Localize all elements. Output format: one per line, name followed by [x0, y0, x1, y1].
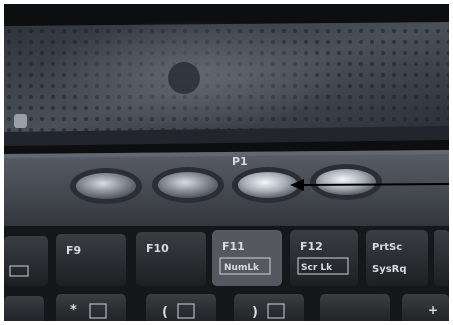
key-f9[interactable] — [56, 234, 126, 286]
key-prtsc-label: PrtSc — [372, 242, 402, 253]
key-close-paren[interactable] — [234, 294, 304, 321]
button-label-p1: P1 — [232, 155, 248, 168]
key-open-paren[interactable] — [146, 294, 216, 321]
key-f12-sublabel: Scr Lk — [301, 263, 333, 273]
speaker-panel — [4, 19, 449, 146]
key-left-partial[interactable] — [4, 236, 48, 286]
key-row2-blank[interactable] — [320, 294, 390, 321]
key-row2-left[interactable] — [4, 296, 44, 321]
key-f12-label: F12 — [300, 240, 323, 253]
key-right-partial[interactable] — [434, 230, 449, 286]
lock-indicator-icon — [14, 114, 27, 128]
key-open-paren-label: ( — [162, 305, 168, 320]
key-asterisk-label: * — [70, 303, 77, 318]
key-f9-label: F9 — [66, 244, 81, 257]
key-f11-sublabel: NumLk — [224, 263, 260, 273]
indicator-dot — [168, 62, 200, 94]
key-asterisk[interactable] — [56, 294, 126, 321]
photo-frame: P1 F9 F10 F11 NumLk F12 Scr Lk PrtSc Sys… — [0, 0, 453, 325]
photo-drawing: P1 F9 F10 F11 NumLk F12 Scr Lk PrtSc Sys… — [4, 4, 449, 321]
laptop-photo: P1 F9 F10 F11 NumLk F12 Scr Lk PrtSc Sys… — [4, 4, 449, 321]
key-f10-label: F10 — [146, 242, 169, 255]
key-f11-label: F11 — [222, 240, 245, 253]
key-close-paren-label: ) — [252, 305, 258, 320]
key-plus-label: + — [428, 303, 438, 317]
launch-button-2[interactable] — [158, 172, 218, 198]
key-row-1: F9 F10 F11 NumLk F12 Scr Lk PrtSc SysRq — [4, 230, 449, 286]
key-sysrq-label: SysRq — [372, 264, 407, 275]
launch-button-4[interactable] — [316, 169, 376, 195]
launch-button-1[interactable] — [76, 173, 136, 199]
key-f10[interactable] — [136, 232, 206, 286]
button-strip: P1 — [4, 150, 449, 226]
launch-button-p1[interactable] — [238, 172, 298, 198]
key-prtsc[interactable] — [366, 230, 428, 286]
key-plus[interactable] — [402, 294, 449, 321]
